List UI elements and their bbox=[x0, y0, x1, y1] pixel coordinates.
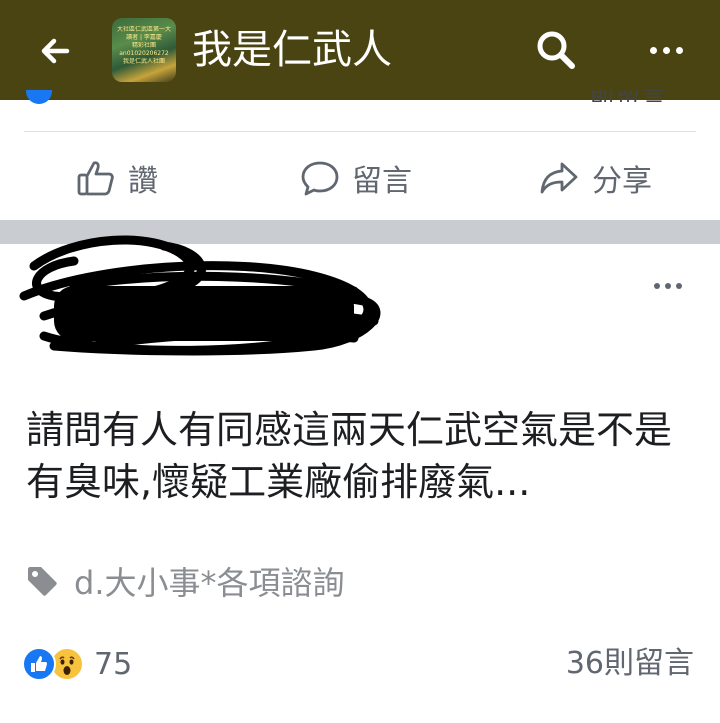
thumbs-up-icon bbox=[77, 161, 114, 196]
post-more-button[interactable] bbox=[648, 276, 688, 296]
like-button[interactable]: 讚 bbox=[76, 150, 158, 206]
speech-bubble-icon bbox=[301, 161, 339, 196]
tag-icon bbox=[28, 567, 57, 596]
share-arrow-icon bbox=[540, 162, 578, 194]
topic-tag-label: d.大小事*各項諮詢 bbox=[74, 564, 345, 602]
thumbnail-line: 大社區仁武區第一大 bbox=[116, 26, 171, 33]
prev-post-comment-count-text: 則留言 bbox=[590, 90, 668, 102]
group-thumbnail[interactable]: 大社區仁武區第一大 讀者 | 李嘉慶 精彩社團 an01020206272 我是… bbox=[112, 18, 176, 82]
divider bbox=[24, 131, 696, 132]
thumbnail-line: 我是仁武人社團 bbox=[122, 58, 165, 65]
thumbnail-line: 精彩社團 bbox=[131, 42, 156, 49]
thumbnail-line: an01020206272 bbox=[119, 50, 169, 57]
more-horizontal-icon bbox=[654, 283, 660, 289]
author-redaction-scribble bbox=[19, 235, 381, 356]
more-options-button[interactable] bbox=[640, 30, 692, 70]
more-dot bbox=[662, 46, 670, 54]
like-reaction-icon bbox=[22, 647, 56, 681]
thumbs-up-icon bbox=[31, 656, 47, 672]
comment-button[interactable]: 留言 bbox=[300, 150, 412, 206]
prev-post-avatar bbox=[26, 90, 52, 104]
prev-post-comment-count: 則留言 bbox=[590, 90, 700, 102]
more-horizontal-icon bbox=[649, 46, 657, 54]
topic-tag[interactable]: d.大小事*各項諮詢 bbox=[24, 558, 345, 604]
search-icon bbox=[537, 31, 575, 69]
thumbnail-line: 讀者 | 李嘉慶 bbox=[126, 34, 162, 41]
group-header-bar: 大社區仁武區第一大 讀者 | 李嘉慶 精彩社團 an01020206272 我是… bbox=[0, 0, 720, 100]
more-dot bbox=[665, 283, 671, 289]
share-label: 分享 bbox=[592, 164, 652, 199]
comment-count-link[interactable]: 36則留言 bbox=[566, 644, 694, 684]
reactions-summary[interactable]: 75 bbox=[22, 644, 132, 684]
share-button[interactable]: 分享 bbox=[538, 150, 652, 206]
back-button[interactable] bbox=[32, 28, 78, 74]
search-button[interactable] bbox=[532, 26, 580, 74]
more-dot bbox=[675, 46, 683, 54]
group-name[interactable]: 我是仁武人 bbox=[192, 22, 392, 78]
more-dot bbox=[676, 283, 682, 289]
back-arrow-icon bbox=[41, 38, 70, 64]
post-body-text[interactable]: 請問有人有同感這兩天仁武空氣是不是有臭味,懷疑工業廠偷排廢氣... bbox=[26, 404, 698, 508]
reaction-count: 75 bbox=[94, 646, 133, 682]
comment-label: 留言 bbox=[352, 164, 412, 199]
like-label: 讚 bbox=[128, 164, 158, 199]
wow-face-icon bbox=[59, 656, 75, 675]
